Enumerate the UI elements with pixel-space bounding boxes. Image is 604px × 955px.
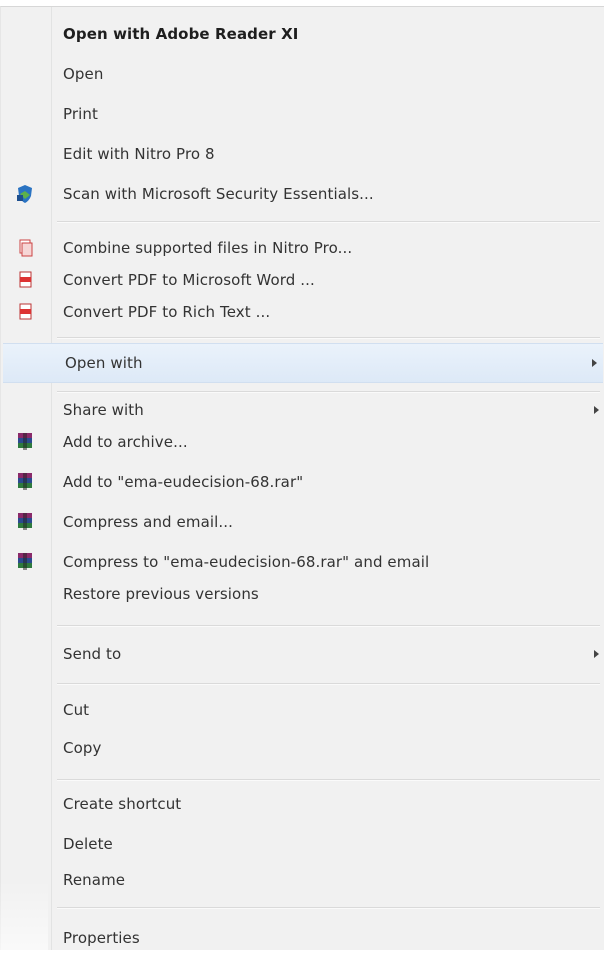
menu-separator	[57, 625, 600, 627]
shield-scan-icon	[17, 185, 32, 203]
menu-item-send-to[interactable]: Send to	[1, 637, 604, 671]
menu-item-restore-previous-versions[interactable]: Restore previous versions	[1, 577, 604, 611]
menu-item-print[interactable]: Print	[1, 97, 604, 131]
menu-separator	[57, 221, 600, 223]
menu-item-add-to-archive[interactable]: Add to archive...	[1, 425, 604, 459]
nitro-combine-icon	[19, 239, 33, 257]
menu-item-label: Print	[63, 105, 99, 123]
menu-item-scan-with-mse[interactable]: Scan with Microsoft Security Essentials.…	[1, 177, 604, 211]
menu-item-combine-nitro[interactable]: Combine supported files in Nitro Pro...	[1, 231, 604, 265]
submenu-arrow-icon	[592, 359, 597, 367]
menu-item-label: Restore previous versions	[63, 585, 259, 603]
menu-item-label: Add to archive...	[63, 433, 188, 451]
menu-item-label: Share with	[63, 401, 144, 419]
menu-item-label: Open with	[65, 354, 143, 372]
menu-item-label: Scan with Microsoft Security Essentials.…	[63, 185, 374, 203]
menu-separator	[57, 391, 600, 393]
menu-item-label: Add to "ema-eudecision-68.rar"	[63, 473, 304, 491]
winrar-icon	[18, 433, 32, 450]
menu-separator	[57, 779, 600, 781]
menu-item-add-to-rar[interactable]: Add to "ema-eudecision-68.rar"	[1, 465, 604, 499]
menu-separator	[57, 907, 600, 909]
menu-item-label: Cut	[63, 701, 90, 719]
menu-item-label: Edit with Nitro Pro 8	[63, 145, 215, 163]
winrar-icon	[18, 553, 32, 570]
submenu-arrow-icon	[594, 406, 599, 414]
menu-item-label: Compress and email...	[63, 513, 234, 531]
menu-separator	[57, 683, 600, 685]
menu-item-label: Rename	[63, 871, 126, 889]
menu-item-label: Convert PDF to Microsoft Word ...	[63, 271, 315, 289]
nitro-pdf-rtf-icon	[19, 303, 32, 320]
menu-item-delete[interactable]: Delete	[1, 827, 604, 861]
menu-item-open[interactable]: Open	[1, 57, 604, 91]
menu-item-open-with-adobe-reader[interactable]: Open with Adobe Reader XI	[1, 17, 604, 51]
menu-item-create-shortcut[interactable]: Create shortcut	[1, 787, 604, 821]
menu-item-label: Open	[63, 65, 104, 83]
submenu-arrow-icon	[594, 650, 599, 658]
menu-item-rename[interactable]: Rename	[1, 863, 604, 897]
menu-item-label: Combine supported files in Nitro Pro...	[63, 239, 353, 257]
menu-item-label: Delete	[63, 835, 113, 853]
menu-item-label: Properties	[63, 929, 140, 947]
menu-item-compress-to-rar-and-email[interactable]: Compress to "ema-eudecision-68.rar" and …	[1, 545, 604, 579]
winrar-icon	[18, 473, 32, 490]
menu-item-label: Convert PDF to Rich Text ...	[63, 303, 271, 321]
context-menu: Open with Adobe Reader XI Open Print Edi…	[0, 6, 604, 950]
winrar-icon	[18, 513, 32, 530]
nitro-pdf-word-icon	[19, 271, 32, 288]
menu-item-open-with[interactable]: Open with	[3, 343, 603, 383]
menu-item-convert-pdf-word[interactable]: Convert PDF to Microsoft Word ...	[1, 263, 604, 297]
menu-item-share-with[interactable]: Share with	[1, 393, 604, 427]
menu-item-label: Create shortcut	[63, 795, 182, 813]
menu-item-label: Copy	[63, 739, 102, 757]
menu-item-label: Send to	[63, 645, 122, 663]
menu-item-copy[interactable]: Copy	[1, 731, 604, 765]
menu-item-label: Compress to "ema-eudecision-68.rar" and …	[63, 553, 430, 571]
menu-item-compress-and-email[interactable]: Compress and email...	[1, 505, 604, 539]
menu-separator	[57, 337, 600, 339]
menu-item-cut[interactable]: Cut	[1, 693, 604, 727]
menu-item-convert-pdf-rtf[interactable]: Convert PDF to Rich Text ...	[1, 295, 604, 329]
desktop-background-fade	[0, 880, 48, 950]
menu-item-edit-with-nitro[interactable]: Edit with Nitro Pro 8	[1, 137, 604, 171]
menu-item-label: Open with Adobe Reader XI	[63, 25, 299, 43]
